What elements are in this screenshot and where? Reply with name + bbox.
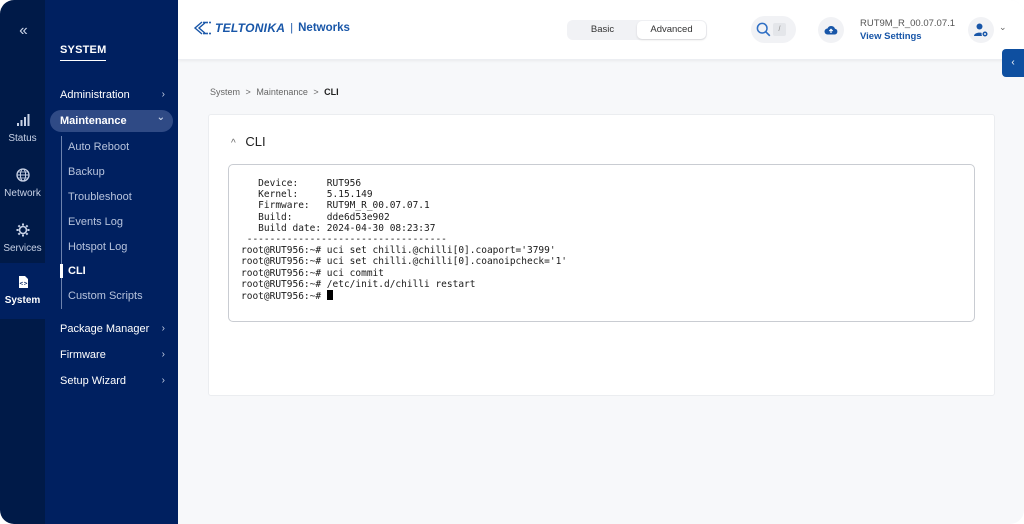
nav-item-label: Maintenance xyxy=(60,115,127,127)
nav-item-firmware[interactable]: Firmware › xyxy=(50,344,173,366)
breadcrumb-separator-icon: > xyxy=(313,87,319,97)
breadcrumb-current: CLI xyxy=(324,87,339,97)
chevron-right-icon: › xyxy=(161,349,165,360)
brand-subtitle: Networks xyxy=(298,22,350,34)
chevron-right-icon: › xyxy=(161,89,165,100)
breadcrumb-maintenance[interactable]: Maintenance xyxy=(256,87,308,97)
side-panel-toggle[interactable]: ‹ xyxy=(1002,49,1024,77)
icon-rail: ‹‹ Status Network Services <> System xyxy=(0,0,45,524)
system-file-icon: <> xyxy=(0,275,45,295)
terminal-line: ----------------------------------- xyxy=(241,234,447,246)
cli-terminal[interactable]: Device: RUT956 Kernel: 5.15.149 Firmware… xyxy=(228,164,975,322)
user-settings-icon xyxy=(974,23,989,38)
user-menu-button[interactable] xyxy=(968,17,994,43)
breadcrumb-system[interactable]: System xyxy=(210,87,240,97)
rail-item-system[interactable]: <> System xyxy=(0,263,45,319)
rail-item-status[interactable]: Status xyxy=(0,107,45,162)
subnav-item-events-log[interactable]: Events Log xyxy=(68,214,123,230)
cli-card: ^ CLI Device: RUT956 Kernel: 5.15.149 Fi… xyxy=(208,114,995,396)
globe-icon xyxy=(0,168,45,188)
rail-item-label: System xyxy=(4,295,41,306)
view-settings-link[interactable]: View Settings xyxy=(860,30,955,43)
mode-toggle: Basic Advanced xyxy=(567,20,707,40)
terminal-line: root@RUT956:~# /etc/init.d/chilli restar… xyxy=(241,278,476,290)
terminal-line: Firmware: RUT9M_R_00.07.07.1 xyxy=(241,200,430,212)
teltonika-logo[interactable]: TELTONIKA | Networks xyxy=(193,21,350,35)
signal-bars-icon xyxy=(0,113,45,133)
chevron-right-icon: › xyxy=(161,375,165,386)
collapse-sidebar-button[interactable]: ‹‹ xyxy=(0,22,45,40)
nav-item-administration[interactable]: Administration › xyxy=(50,84,173,106)
subnav-item-custom-scripts[interactable]: Custom Scripts xyxy=(68,288,143,304)
terminal-line: root@RUT956:~# uci set chilli.@chilli[0]… xyxy=(241,256,568,268)
terminal-line: Build date: 2024-04-30 08:23:37 xyxy=(241,222,436,234)
terminal-cursor xyxy=(326,290,333,301)
chevron-left-icon: ‹ xyxy=(1011,57,1015,68)
mode-basic-button[interactable]: Basic xyxy=(568,21,637,39)
firmware-info: RUT9M_R_00.07.07.1 View Settings xyxy=(860,18,955,43)
nav-item-label: Administration xyxy=(60,89,130,101)
terminal-line: Kernel: 5.15.149 xyxy=(241,189,373,201)
rail-item-label: Status xyxy=(8,133,37,144)
subnav-item-hotspot-log[interactable]: Hotspot Log xyxy=(68,239,127,255)
chevron-right-icon: › xyxy=(161,323,165,334)
nav-item-package-manager[interactable]: Package Manager › xyxy=(50,318,173,340)
maintenance-submenu: Auto Reboot Backup Troubleshoot Events L… xyxy=(60,136,171,309)
rail-item-label: Network xyxy=(4,188,41,199)
nav-item-label: Package Manager xyxy=(60,323,150,335)
top-header: TELTONIKA | Networks Basic Advanced / RU… xyxy=(178,0,1024,60)
breadcrumb-separator-icon: > xyxy=(245,87,251,97)
terminal-prompt-line: root@RUT956:~# xyxy=(241,290,962,302)
double-chevron-left-icon: ‹‹ xyxy=(19,22,28,39)
teltonika-logo-icon xyxy=(193,21,211,35)
terminal-line: root@RUT956:~# uci set chilli.@chilli[0]… xyxy=(241,245,556,257)
cli-section-title: CLI xyxy=(245,134,266,149)
chevron-down-icon[interactable]: ⌄ xyxy=(999,22,1007,33)
nav-item-setup-wizard[interactable]: Setup Wizard › xyxy=(50,370,173,392)
firmware-version: RUT9M_R_00.07.07.1 xyxy=(860,18,956,29)
terminal-prompt: root@RUT956:~# xyxy=(241,291,327,303)
terminal-line: Build: dde6d53e902 xyxy=(241,211,390,223)
search-icon xyxy=(756,22,771,37)
terminal-line: root@RUT956:~# uci commit xyxy=(241,267,384,279)
section-sidebar: SYSTEM Administration › Maintenance ⌄ Au… xyxy=(45,0,178,524)
cli-section-header[interactable]: ^ CLI xyxy=(231,134,266,149)
gear-icon xyxy=(0,223,45,243)
rail-item-label: Services xyxy=(3,243,42,254)
subnav-item-troubleshoot[interactable]: Troubleshoot xyxy=(68,189,132,205)
section-title: SYSTEM xyxy=(60,44,107,61)
collapse-caret-icon: ^ xyxy=(231,138,236,149)
search-button[interactable]: / xyxy=(751,16,796,43)
subnav-item-backup[interactable]: Backup xyxy=(68,164,105,180)
terminal-line: Device: RUT956 xyxy=(241,178,362,189)
nav-item-label: Firmware xyxy=(60,349,106,361)
nav-item-label: Setup Wizard xyxy=(60,375,127,387)
subnav-item-cli[interactable]: CLI xyxy=(60,263,86,279)
chevron-down-icon: ⌄ xyxy=(156,112,165,123)
rail-item-network[interactable]: Network xyxy=(0,162,45,217)
app-window: ‹‹ Status Network Services <> System SYS… xyxy=(0,0,1024,524)
cloud-upload-icon xyxy=(824,26,838,35)
cloud-upload-button[interactable] xyxy=(818,17,844,43)
nav-item-maintenance[interactable]: Maintenance ⌄ xyxy=(50,110,173,132)
brand-separator: | xyxy=(290,22,294,34)
subnav-item-auto-reboot[interactable]: Auto Reboot xyxy=(68,139,129,155)
breadcrumb: System > Maintenance > CLI xyxy=(210,87,342,97)
svg-text:<>: <> xyxy=(19,281,27,287)
brand-name: TELTONIKA xyxy=(215,21,286,35)
search-shortcut-key: / xyxy=(773,23,786,36)
mode-advanced-button[interactable]: Advanced xyxy=(637,21,706,39)
